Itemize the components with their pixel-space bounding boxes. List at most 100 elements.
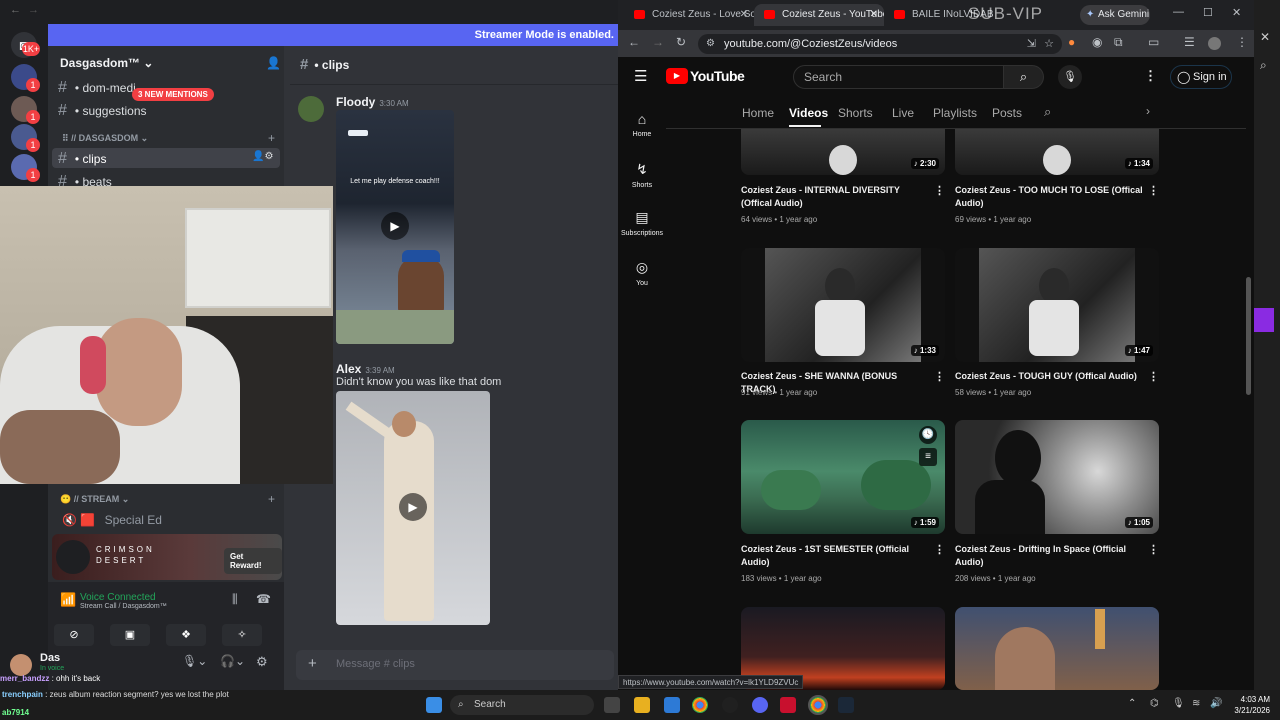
forward-icon[interactable]: → <box>652 35 664 49</box>
channel-clips[interactable]: # • clips <box>58 150 106 168</box>
composer-placeholder[interactable]: Message # clips <box>336 658 415 670</box>
task-view-icon[interactable] <box>604 697 620 713</box>
close-tab-icon[interactable]: ✕ <box>740 9 748 20</box>
message-composer[interactable]: + Message # clips <box>296 650 614 680</box>
close-window-icon[interactable]: ✕ <box>1232 6 1241 19</box>
tab-home[interactable]: Home <box>742 106 774 120</box>
channel-special-ed[interactable]: 🔇 🟥 Special Ed <box>62 513 162 527</box>
video-thumbnail[interactable]: ♪ 2:30 <box>741 129 945 175</box>
video-menu-icon[interactable]: ⋮ <box>934 370 945 383</box>
play-icon[interactable]: ▶ <box>399 493 427 521</box>
get-reward-button[interactable]: Get Reward! <box>224 548 282 574</box>
message-author[interactable]: Alex 3:39 AM <box>336 362 395 376</box>
address-bar[interactable]: ⚙ youtube.com/@CoziestZeus/videos ⇲ ☆ <box>698 34 1062 54</box>
hamburger-menu-icon[interactable]: ☰ <box>634 67 647 85</box>
url-text[interactable]: youtube.com/@CoziestZeus/videos <box>724 38 897 50</box>
tab-live[interactable]: Live <box>892 106 914 120</box>
category-dasgasdom[interactable]: ⠿ // DASGASDOM ⌄ <box>62 133 148 144</box>
video-menu-icon[interactable]: ⋮ <box>1148 184 1159 197</box>
sidebar-item-subscriptions[interactable]: ▤ Subscriptions <box>618 209 666 237</box>
tab-posts[interactable]: Posts <box>992 106 1022 120</box>
store-icon[interactable] <box>664 697 680 713</box>
steam-icon[interactable] <box>838 697 854 713</box>
profile-avatar[interactable] <box>1208 37 1221 50</box>
add-attachment-icon[interactable]: + <box>308 655 317 672</box>
network-icon[interactable]: ⌬ <box>1150 698 1159 709</box>
channel-search-icon[interactable]: ⌕ <box>1044 104 1051 120</box>
chevron-right-icon[interactable]: › <box>1146 104 1150 118</box>
youtube-logo-icon[interactable]: ▶ <box>666 68 688 84</box>
extension-icon[interactable]: ◉ <box>1092 35 1102 49</box>
obs-icon[interactable] <box>722 697 738 713</box>
search-icon[interactable]: ⌕ <box>1004 65 1044 89</box>
volume-icon[interactable]: 🔊 <box>1210 698 1222 709</box>
settings-gear-icon[interactable]: 👤⚙ <box>252 151 273 162</box>
youtube-logo-text[interactable]: YouTube <box>690 68 745 84</box>
video-thumbnail[interactable]: 🕓 ≡ ♪ 1:59 <box>741 420 945 534</box>
close-icon[interactable]: ✕ <box>1260 30 1270 44</box>
add-friend-icon[interactable]: 👤 <box>266 56 281 70</box>
video-menu-icon[interactable]: ⋮ <box>934 543 945 556</box>
cast-icon[interactable]: ▭ <box>1148 35 1159 49</box>
message-author[interactable]: Floody 3:30 AM <box>336 95 409 109</box>
reload-icon[interactable]: ↻ <box>676 35 686 49</box>
avatar[interactable] <box>298 96 324 122</box>
chrome-icon[interactable] <box>692 697 708 713</box>
video-thumbnail[interactable]: ♪ 1:05 <box>955 420 1159 534</box>
video-thumbnail[interactable] <box>955 607 1159 690</box>
windows-start-icon[interactable] <box>426 697 442 713</box>
add-channel-icon[interactable]: + <box>268 492 275 506</box>
video-thumbnail[interactable]: ♪ 1:34 <box>955 129 1159 175</box>
add-to-queue-icon[interactable]: ≡ <box>919 448 937 466</box>
voice-connected-label[interactable]: Voice Connected <box>80 592 156 603</box>
tray-chevron-icon[interactable]: ⌃ <box>1128 698 1136 709</box>
video-attachment[interactable]: ▶ <box>336 391 490 625</box>
tab-shorts[interactable]: Shorts <box>838 106 873 120</box>
tab-playlists[interactable]: Playlists <box>933 106 977 120</box>
search-input[interactable]: Search <box>793 65 1004 89</box>
page-scrollbar[interactable] <box>1246 277 1251 395</box>
video-attachment[interactable]: Let me play defense coach!!! ▶ <box>336 110 454 344</box>
server-name[interactable]: Dasgasdom™ ⌄ <box>60 56 153 70</box>
camera-off-button[interactable]: ⊘ <box>54 624 94 646</box>
chrome-active-icon[interactable] <box>808 695 828 715</box>
channel-suggestions[interactable]: # • suggestions <box>58 102 147 120</box>
sidebar-item-you[interactable]: ◎ You <box>618 259 666 287</box>
ask-gemini-button[interactable]: ✦ Ask Gemini <box>1080 5 1150 25</box>
crimson-desert-promo[interactable]: CRIMSON DESERT Get Reward! <box>52 534 282 580</box>
watch-later-icon[interactable]: 🕓 <box>919 426 937 444</box>
mic-icon[interactable]: 🎙 <box>1172 698 1185 709</box>
tab-videos[interactable]: Videos <box>789 106 828 120</box>
user-settings-gear-icon[interactable]: ⚙ <box>256 654 268 670</box>
wifi-icon[interactable]: ≋ <box>1192 698 1200 709</box>
file-explorer-icon[interactable] <box>634 697 650 713</box>
sidebar-item-shorts[interactable]: ↯ Shorts <box>618 161 666 189</box>
bookmark-star-icon[interactable]: ☆ <box>1044 34 1054 54</box>
sidebar-item-home[interactable]: ⌂ Home <box>618 111 666 138</box>
search-icon[interactable]: ⌕ <box>1260 58 1267 73</box>
video-menu-icon[interactable]: ⋮ <box>1148 543 1159 556</box>
video-thumbnail[interactable]: ♪ 1:47 <box>955 248 1159 362</box>
category-stream[interactable]: 😶 // STREAM ⌄ <box>60 494 129 505</box>
new-mentions-badge[interactable]: 3 NEW MENTIONS <box>132 88 214 101</box>
tab-coziest-youtube[interactable]: Coziest Zeus - YouTube ✕ <box>754 4 884 26</box>
forward-arrow-icon[interactable]: → <box>28 4 39 16</box>
tab-coziest-love[interactable]: Coziest Zeus - Love Son ✕ <box>624 4 754 26</box>
add-channel-icon[interactable]: + <box>268 131 275 145</box>
video-title[interactable]: Coziest Zeus - 1ST SEMESTER (Official Au… <box>741 543 931 569</box>
discord-icon[interactable] <box>752 697 768 713</box>
avatar[interactable] <box>10 654 32 676</box>
minimize-icon[interactable]: — <box>1173 6 1184 18</box>
menu-kebab-icon[interactable]: ⋮ <box>1236 35 1248 49</box>
video-title[interactable]: Coziest Zeus - INTERNAL DIVERSITY (Offic… <box>741 184 931 210</box>
video-title[interactable]: Coziest Zeus - TOUGH GUY (Offical Audio) <box>955 370 1145 383</box>
maximize-icon[interactable]: ☐ <box>1203 6 1213 19</box>
install-icon[interactable]: ⇲ <box>1027 34 1036 54</box>
site-info-icon[interactable]: ⚙ <box>706 34 715 54</box>
back-icon[interactable]: ← <box>628 35 640 49</box>
channel-dom-media[interactable]: # • dom-medi <box>58 79 136 97</box>
username[interactable]: Das <box>40 652 60 664</box>
soundboard-button[interactable]: ✧ <box>222 624 262 646</box>
disconnect-icon[interactable]: ☎ <box>256 592 271 606</box>
settings-kebab-icon[interactable]: ⋮ <box>1144 68 1157 84</box>
